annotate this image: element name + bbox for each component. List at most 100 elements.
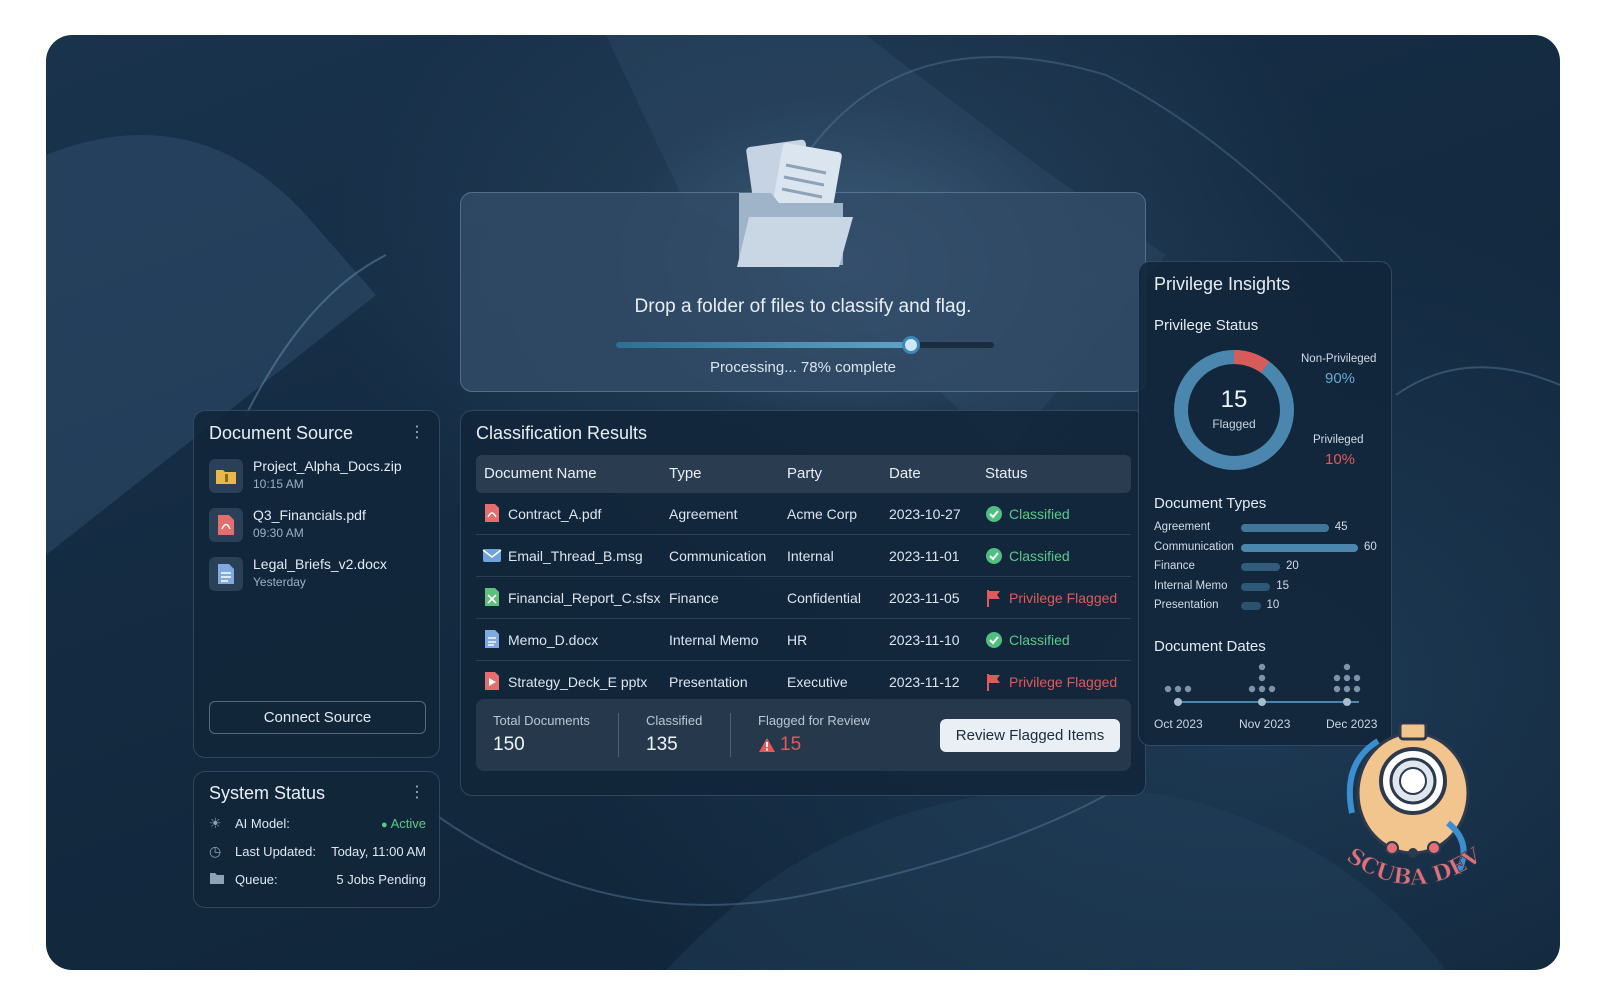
status-label: Last Updated: xyxy=(235,844,316,859)
classified-label: Classified xyxy=(646,713,703,728)
cell-date: 2023-10-27 xyxy=(889,506,961,522)
cell-type: Internal Memo xyxy=(669,632,759,648)
column-header[interactable]: Type xyxy=(669,465,702,482)
review-flagged-items-button[interactable]: Review Flagged Items xyxy=(940,719,1120,752)
file-name: Project_Alpha_Docs.zip xyxy=(253,458,402,474)
dot-cluster-nov xyxy=(1248,663,1276,693)
cell-date: 2023-11-10 xyxy=(889,632,960,648)
scuba-dev-logo: SCUBA DEV xyxy=(1342,723,1487,891)
more-options-icon[interactable]: ⋮ xyxy=(409,425,425,441)
system-status-panel: System Status ⋮ ☀ AI Model: ● Active ◷ L… xyxy=(193,771,440,908)
privilege-insights-panel: Privilege Insights Privilege Status 15 F… xyxy=(1138,261,1392,746)
type-label: Finance xyxy=(1154,560,1195,572)
progress-fill xyxy=(616,342,911,348)
cell-party: Internal xyxy=(787,548,834,564)
status-row-ai-model: ☀ AI Model: ● Active xyxy=(209,814,426,834)
cell-party: Confidential xyxy=(787,590,861,606)
cell-status: Privilege Flagged xyxy=(1009,674,1118,690)
timeline-marker xyxy=(1174,698,1182,706)
month-label: Oct 2023 xyxy=(1154,717,1203,731)
source-file-item[interactable]: Q3_Financials.pdf 09:30 AM xyxy=(209,506,429,546)
table-row[interactable]: Memo_D.docx Internal Memo HR 2023-11-10 … xyxy=(476,619,1131,661)
cell-document-name: Contract_A.pdf xyxy=(508,506,602,522)
drop-zone[interactable]: Drop a folder of files to classify and f… xyxy=(460,139,1146,392)
type-label: Communication xyxy=(1154,540,1234,553)
total-documents-value: 150 xyxy=(493,734,525,755)
type-bar xyxy=(1241,602,1261,610)
dot-cluster-dec xyxy=(1333,663,1361,693)
file-name: Q3_Financials.pdf xyxy=(253,507,366,523)
spreadsheet-icon xyxy=(485,588,499,606)
table-row[interactable]: Email_Thread_B.msg Communication Interna… xyxy=(476,535,1131,577)
source-file-item[interactable]: Project_Alpha_Docs.zip 10:15 AM xyxy=(209,457,429,497)
more-options-icon[interactable]: ⋮ xyxy=(409,785,425,801)
divider xyxy=(618,713,619,757)
cell-status: Classified xyxy=(1009,632,1070,648)
docx-icon xyxy=(209,557,243,591)
status-label: Queue: xyxy=(235,872,278,887)
flagged-label: Flagged for Review xyxy=(758,713,870,728)
cell-date: 2023-11-05 xyxy=(889,590,960,606)
type-bar xyxy=(1241,563,1280,571)
app-canvas: Drop a folder of files to classify and f… xyxy=(46,35,1560,970)
type-bar xyxy=(1241,524,1329,532)
type-label: Internal Memo xyxy=(1154,579,1228,592)
file-time: Yesterday xyxy=(253,575,306,589)
pdf-icon xyxy=(209,508,243,542)
cell-status: Privilege Flagged xyxy=(1009,590,1118,606)
privileged-label: Privileged xyxy=(1313,434,1364,446)
column-header[interactable]: Document Name xyxy=(484,465,597,482)
status-label: AI Model: xyxy=(235,816,290,831)
connect-source-button[interactable]: Connect Source xyxy=(209,701,426,734)
type-bar xyxy=(1241,543,1358,552)
table-header: Document Name Type Party Date Status xyxy=(476,455,1131,493)
type-label: Presentation xyxy=(1154,599,1219,611)
classified-value: 135 xyxy=(646,734,678,755)
timeline-marker xyxy=(1343,698,1351,706)
cell-party: HR xyxy=(787,632,808,648)
document-dates-title: Document Dates xyxy=(1154,638,1266,655)
type-value: 45 xyxy=(1334,521,1348,533)
insights-title: Privilege Insights xyxy=(1154,274,1291,294)
total-documents-label: Total Documents xyxy=(493,713,590,728)
cell-document-name: Email_Thread_B.msg xyxy=(508,548,643,564)
privilege-status-title: Privilege Status xyxy=(1154,317,1259,334)
month-label: Nov 2023 xyxy=(1239,717,1291,731)
table-row[interactable]: Financial_Report_C.sfsx Finance Confiden… xyxy=(476,577,1131,619)
timeline-marker xyxy=(1258,698,1266,706)
table-row[interactable]: Contract_A.pdf Agreement Acme Corp 2023-… xyxy=(476,493,1131,535)
status-value: Today, 11:00 AM xyxy=(331,844,426,859)
source-file-item[interactable]: Legal_Briefs_v2.docx Yesterday xyxy=(209,555,429,595)
flag-icon xyxy=(987,590,1000,607)
document-dates-chart xyxy=(1164,663,1361,706)
cell-type: Communication xyxy=(669,548,767,564)
file-name: Legal_Briefs_v2.docx xyxy=(253,556,387,572)
column-header[interactable]: Date xyxy=(889,465,921,482)
email-icon xyxy=(482,549,502,562)
type-value: 10 xyxy=(1266,599,1280,611)
warning-icon xyxy=(759,738,775,752)
document-source-panel: Document Source ⋮ Project_Alpha_Docs.zip… xyxy=(193,410,440,758)
check-circle-icon xyxy=(986,632,1002,648)
file-time: 09:30 AM xyxy=(253,526,304,540)
cell-date: 2023-11-12 xyxy=(889,674,960,690)
status-value-active: ● Active xyxy=(381,816,426,831)
cell-type: Presentation xyxy=(669,674,748,690)
column-header[interactable]: Party xyxy=(787,465,822,482)
non-privileged-pct: 90% xyxy=(1325,370,1356,387)
status-row-queue: Queue: 5 Jobs Pending xyxy=(209,870,426,890)
folder-icon xyxy=(209,871,227,889)
type-value: 15 xyxy=(1276,579,1290,592)
status-value: Active xyxy=(390,816,426,831)
flag-icon xyxy=(987,674,1000,691)
clock-icon: ◷ xyxy=(209,843,222,859)
cell-type: Finance xyxy=(669,590,719,606)
column-header[interactable]: Status xyxy=(985,465,1028,482)
check-circle-icon xyxy=(986,548,1002,564)
document-types-title: Document Types xyxy=(1154,495,1267,512)
drop-instruction: Drop a folder of files to classify and f… xyxy=(634,296,972,317)
classification-results-panel: Classification Results Document Name Typ… xyxy=(460,410,1146,796)
ai-chip-icon: ☀ xyxy=(209,815,222,831)
table-row[interactable]: Strategy_Deck_E pptx Presentation Execut… xyxy=(476,661,1131,703)
divider xyxy=(730,713,731,757)
